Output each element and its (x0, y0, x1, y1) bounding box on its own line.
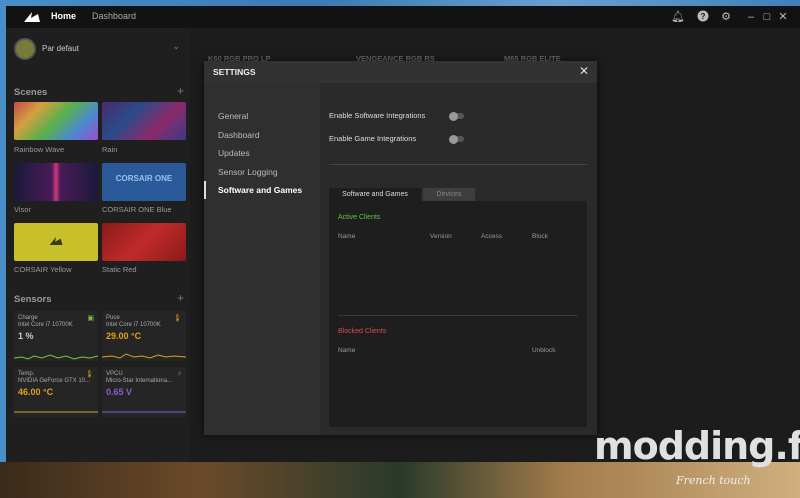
sensor-graph (14, 354, 98, 360)
minimize-icon[interactable]: – (744, 10, 758, 24)
tab-software-and-games[interactable]: Software and Games (329, 188, 421, 201)
lightning-icon: ⚡︎ (177, 371, 182, 378)
help-icon[interactable]: ? (696, 10, 710, 24)
corsair-logo-icon (49, 237, 63, 245)
sensor-value: 46.00 °C (18, 387, 54, 397)
settings-nav-dashboard[interactable]: Dashboard (218, 130, 260, 140)
maximize-icon[interactable]: □ (760, 10, 774, 24)
sensor-title: Charge (18, 315, 38, 321)
watermark-tagline: French touch (676, 474, 751, 487)
sensor-graph (102, 411, 186, 413)
sensor-title: Temp. (18, 371, 35, 377)
column-header-name: Name (338, 347, 356, 354)
clients-panel: Active Clients Name Version Access Block… (329, 201, 587, 427)
scene-tile-static-red[interactable] (102, 223, 186, 261)
integration-tabs: Software and Games Devices (329, 188, 587, 201)
column-header-block: Block (532, 233, 548, 240)
chevron-down-icon[interactable]: ⌄ (172, 41, 180, 52)
thermometer-icon: 🌡︎ (85, 371, 94, 378)
add-sensor-icon[interactable]: + (177, 291, 184, 305)
software-integrations-label: Enable Software Integrations (329, 111, 426, 120)
scene-label: Static Red (102, 265, 137, 274)
settings-nav-sensor-logging[interactable]: Sensor Logging (218, 167, 278, 177)
sensor-value: 0.65 V (106, 387, 133, 397)
settings-title: SETTINGS (213, 67, 256, 77)
add-scene-icon[interactable]: + (177, 84, 184, 98)
profile-name: Par defaut (42, 44, 79, 53)
corsair-logo-icon (24, 12, 40, 22)
settings-nav-general[interactable]: General (218, 111, 248, 121)
active-nav-indicator (204, 181, 206, 199)
scene-tile-corsair-yellow[interactable] (14, 223, 98, 261)
sensor-card[interactable]: Temp. NVIDIA GeForce GTX 10... 46.00 °C … (14, 367, 98, 417)
sensor-title: Puce (106, 315, 120, 321)
sensor-device: Intel Core i7 10700K (18, 322, 73, 328)
column-header-access: Access (481, 233, 502, 240)
sensor-graph (14, 411, 98, 413)
scene-label: Rain (102, 145, 118, 154)
settings-nav: General Dashboard Updates Sensor Logging… (204, 83, 320, 435)
blocked-clients-title: Blocked Clients (338, 328, 387, 335)
icue-window: Home Dashboard 🔔︎ ? ⚙ – □ ✕ Par defaut ⌄… (6, 6, 800, 464)
scene-label: Rainbow Wave (14, 145, 65, 154)
close-icon[interactable]: ✕ (776, 10, 790, 24)
nav-dashboard[interactable]: Dashboard (92, 11, 136, 21)
thermometer-icon: 🌡︎ (173, 315, 182, 322)
sensor-card[interactable]: VPCU Micro-Star Internationa... 0.65 V ⚡… (102, 367, 186, 417)
clients-divider (338, 315, 578, 316)
scene-tile-visor[interactable] (14, 163, 98, 201)
scenes-title: Scenes (14, 87, 48, 98)
watermark-logo: modding.fr (594, 424, 800, 468)
sensor-card[interactable]: Puce Intel Core i7 10700K 29.00 °C 🌡︎ (102, 311, 186, 361)
close-icon[interactable]: ✕ (579, 64, 589, 78)
column-header-version: Version (430, 233, 452, 240)
scene-tile-rainbow-wave[interactable] (14, 102, 98, 140)
cpu-icon: ▣ (87, 315, 94, 322)
scene-tile-rain[interactable] (102, 102, 186, 140)
sensor-title: VPCU (106, 371, 123, 377)
tab-devices[interactable]: Devices (423, 188, 475, 201)
game-integrations-toggle[interactable] (449, 134, 464, 144)
settings-header: SETTINGS ✕ (204, 61, 597, 83)
scene-tile-corsair-one-blue[interactable]: CORSAIR ONE (102, 163, 186, 201)
sensor-value: 29.00 °C (106, 331, 142, 341)
sidebar: Par defaut ⌄ Scenes + Rainbow Wave Rain … (6, 28, 190, 464)
sensor-card[interactable]: Charge Intel Core i7 10700K 1 % ▣ (14, 311, 98, 361)
top-bar: Home Dashboard 🔔︎ ? ⚙ – □ ✕ (6, 6, 800, 28)
sensor-device: Intel Core i7 10700K (106, 322, 161, 328)
gear-icon[interactable]: ⚙ (719, 10, 733, 24)
sensors-title: Sensors (14, 294, 52, 305)
scene-label: CORSAIR ONE Blue (102, 205, 172, 214)
settings-divider (329, 164, 587, 165)
nav-home[interactable]: Home (51, 11, 76, 21)
scene-tile-text: CORSAIR ONE (115, 174, 173, 183)
sensor-device: Micro-Star Internationa... (106, 378, 173, 384)
column-header-unblock: Unblock (532, 347, 556, 354)
profile-icon (14, 38, 36, 60)
bell-icon[interactable]: 🔔︎ (671, 10, 685, 24)
profile-selector[interactable]: Par defaut ⌄ (14, 38, 184, 62)
settings-dialog: SETTINGS ✕ General Dashboard Updates Sen… (204, 61, 597, 435)
sensor-graph (102, 353, 186, 359)
active-clients-title: Active Clients (338, 214, 381, 221)
software-integrations-toggle[interactable] (449, 111, 464, 121)
scene-label: CORSAIR Yellow (14, 265, 72, 274)
scene-label: Visor (14, 205, 31, 214)
sensor-device: NVIDIA GeForce GTX 10... (18, 378, 91, 384)
svg-text:?: ? (701, 12, 706, 21)
sensor-value: 1 % (18, 331, 34, 341)
column-header-name: Name (338, 233, 356, 240)
game-integrations-label: Enable Game Integrations (329, 134, 417, 143)
settings-nav-software-and-games[interactable]: Software and Games (218, 185, 302, 195)
settings-nav-updates[interactable]: Updates (218, 148, 250, 158)
